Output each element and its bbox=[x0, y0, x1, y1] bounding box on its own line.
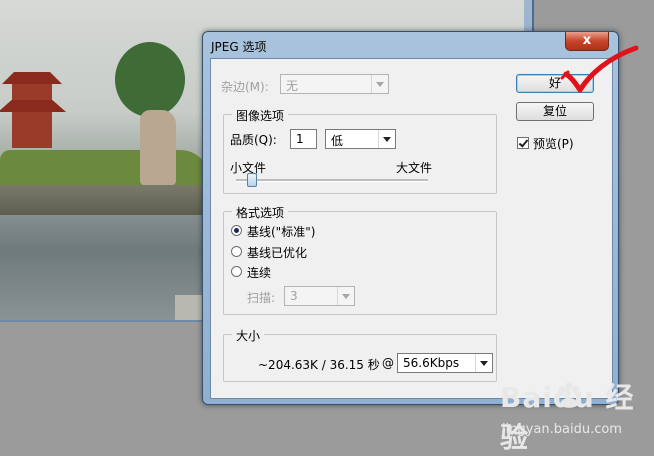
chevron-down-icon bbox=[371, 75, 388, 93]
chevron-down-icon bbox=[475, 354, 492, 372]
download-speed-select[interactable]: 56.6Kbps bbox=[397, 353, 493, 373]
at-symbol: @ bbox=[382, 356, 394, 370]
quality-slider-track[interactable] bbox=[236, 179, 428, 182]
matte-label: 杂边(M): bbox=[221, 80, 269, 94]
download-speed-value: 56.6Kbps bbox=[403, 356, 460, 370]
quality-preset-select[interactable]: 低 bbox=[325, 129, 396, 149]
preview-label[interactable]: 预览(P) bbox=[533, 135, 574, 152]
quality-label: 品质(Q): bbox=[230, 133, 277, 147]
watermark-logo: Baidu 经验 bbox=[500, 381, 635, 454]
matte-select[interactable]: 无 bbox=[280, 74, 389, 94]
scans-select[interactable]: 3 bbox=[284, 286, 355, 306]
quality-input[interactable]: 1 bbox=[290, 129, 317, 149]
dialog-titlebar[interactable]: JPEG 选项 x bbox=[203, 32, 618, 58]
dialog-client-area: 杂边(M): 无 图像选项 品质(Q): 1 低 小文件 大文件 格式选项 基线… bbox=[210, 58, 613, 399]
radio-baseline-standard[interactable] bbox=[231, 225, 242, 236]
radio-baseline-optimized-label[interactable]: 基线已优化 bbox=[247, 244, 307, 261]
radio-baseline-standard-label[interactable]: 基线("标准") bbox=[247, 223, 315, 240]
quality-preset-value: 低 bbox=[331, 134, 344, 148]
size-legend: 大小 bbox=[232, 327, 265, 344]
chevron-down-icon bbox=[378, 130, 395, 148]
matte-value: 无 bbox=[286, 79, 299, 93]
format-options-group: 格式选项 基线("标准") 基线已优化 连续 扫描: 3 bbox=[223, 204, 497, 315]
large-file-label: 大文件 bbox=[396, 161, 433, 175]
quality-slider-thumb[interactable] bbox=[247, 173, 258, 187]
size-summary: ~204.63K / 36.15 秒 bbox=[258, 358, 380, 372]
reset-button-label: 复位 bbox=[542, 104, 567, 118]
preview-checkbox[interactable] bbox=[517, 137, 529, 149]
image-options-legend: 图像选项 bbox=[232, 107, 289, 124]
radio-progressive[interactable] bbox=[231, 266, 242, 277]
size-group: 大小 ~204.63K / 36.15 秒 @ 56.6Kbps bbox=[223, 327, 497, 382]
jpeg-options-dialog: JPEG 选项 x 杂边(M): 无 图像选项 品质(Q): 1 低 小文件 大… bbox=[202, 31, 619, 405]
chevron-down-icon bbox=[337, 287, 354, 305]
reset-button[interactable]: 复位 bbox=[516, 102, 594, 121]
baidu-watermark: Baidu 经验 jingyan.baidu.com bbox=[500, 376, 650, 454]
quality-value: 1 bbox=[296, 132, 304, 146]
image-options-group: 图像选项 品质(Q): 1 低 小文件 大文件 bbox=[223, 107, 497, 194]
dialog-title: JPEG 选项 bbox=[211, 40, 267, 54]
red-checkmark-annotation bbox=[560, 45, 639, 93]
scans-value: 3 bbox=[290, 289, 298, 303]
radio-progressive-label[interactable]: 连续 bbox=[247, 264, 271, 281]
radio-baseline-optimized[interactable] bbox=[231, 246, 242, 257]
watermark-url: jingyan.baidu.com bbox=[502, 422, 622, 437]
format-options-legend: 格式选项 bbox=[232, 204, 289, 221]
scans-label: 扫描: bbox=[247, 291, 276, 305]
